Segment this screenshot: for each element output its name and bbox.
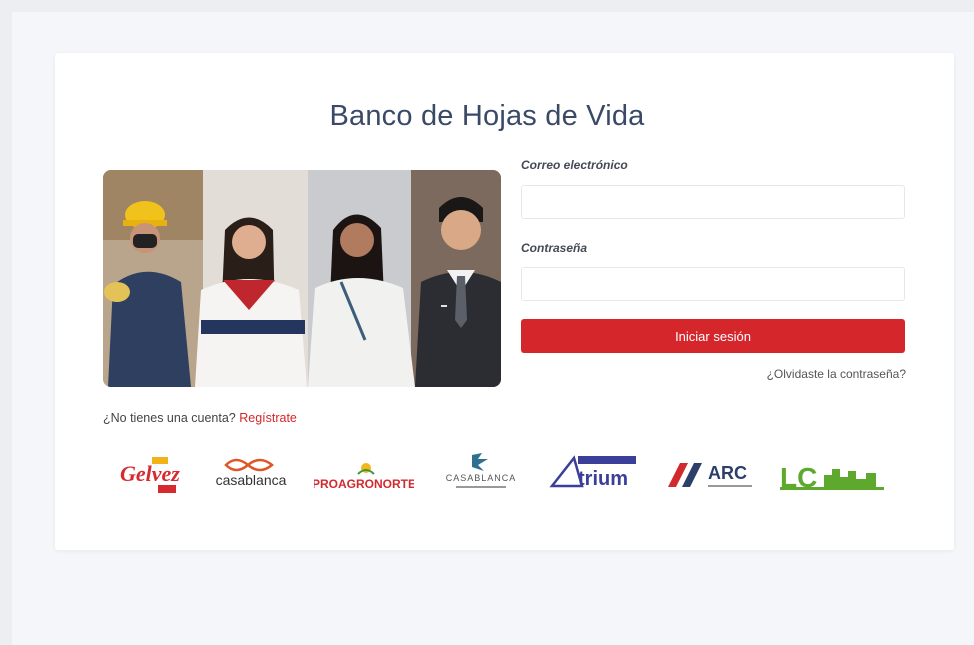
signup-prompt-text: ¿No tienes una cuenta? [103, 411, 236, 425]
atrium-logo: trium [548, 452, 640, 494]
email-field[interactable] [521, 185, 905, 219]
casablanca-logo-text: casablanca [216, 472, 287, 488]
arc-logo: ARC [666, 457, 758, 493]
page-title: Banco de Hojas de Vida [329, 100, 645, 132]
casablanca-logo: casablanca [208, 453, 294, 493]
password-label: Contraseña [521, 241, 588, 255]
lc-logo: LC [780, 457, 886, 493]
arc-logo-text: ARC [708, 463, 747, 483]
casablanca-hotel-logo-text: CASABLANCA [446, 473, 517, 483]
gelvez-logo-text: Gelvez [120, 461, 180, 486]
proagronorte-logo: PROAGRONORTE [312, 458, 416, 494]
forgot-password-link[interactable]: ¿Olvidaste la contraseña? [767, 367, 906, 381]
casablanca-hotel-logo: CASABLANCA [438, 449, 524, 497]
signup-link[interactable]: Regístrate [239, 411, 297, 425]
atrium-logo-text: trium [578, 468, 628, 490]
signup-prompt: ¿No tienes una cuenta? Regístrate [103, 411, 297, 425]
proagronorte-logo-text: PROAGRONORTE [314, 477, 414, 491]
team-photo [103, 170, 501, 387]
login-button[interactable]: Iniciar sesión [521, 319, 905, 353]
email-label: Correo electrónico [521, 158, 628, 172]
password-field[interactable] [521, 267, 905, 301]
gelvez-logo: Gelvez [118, 455, 190, 497]
